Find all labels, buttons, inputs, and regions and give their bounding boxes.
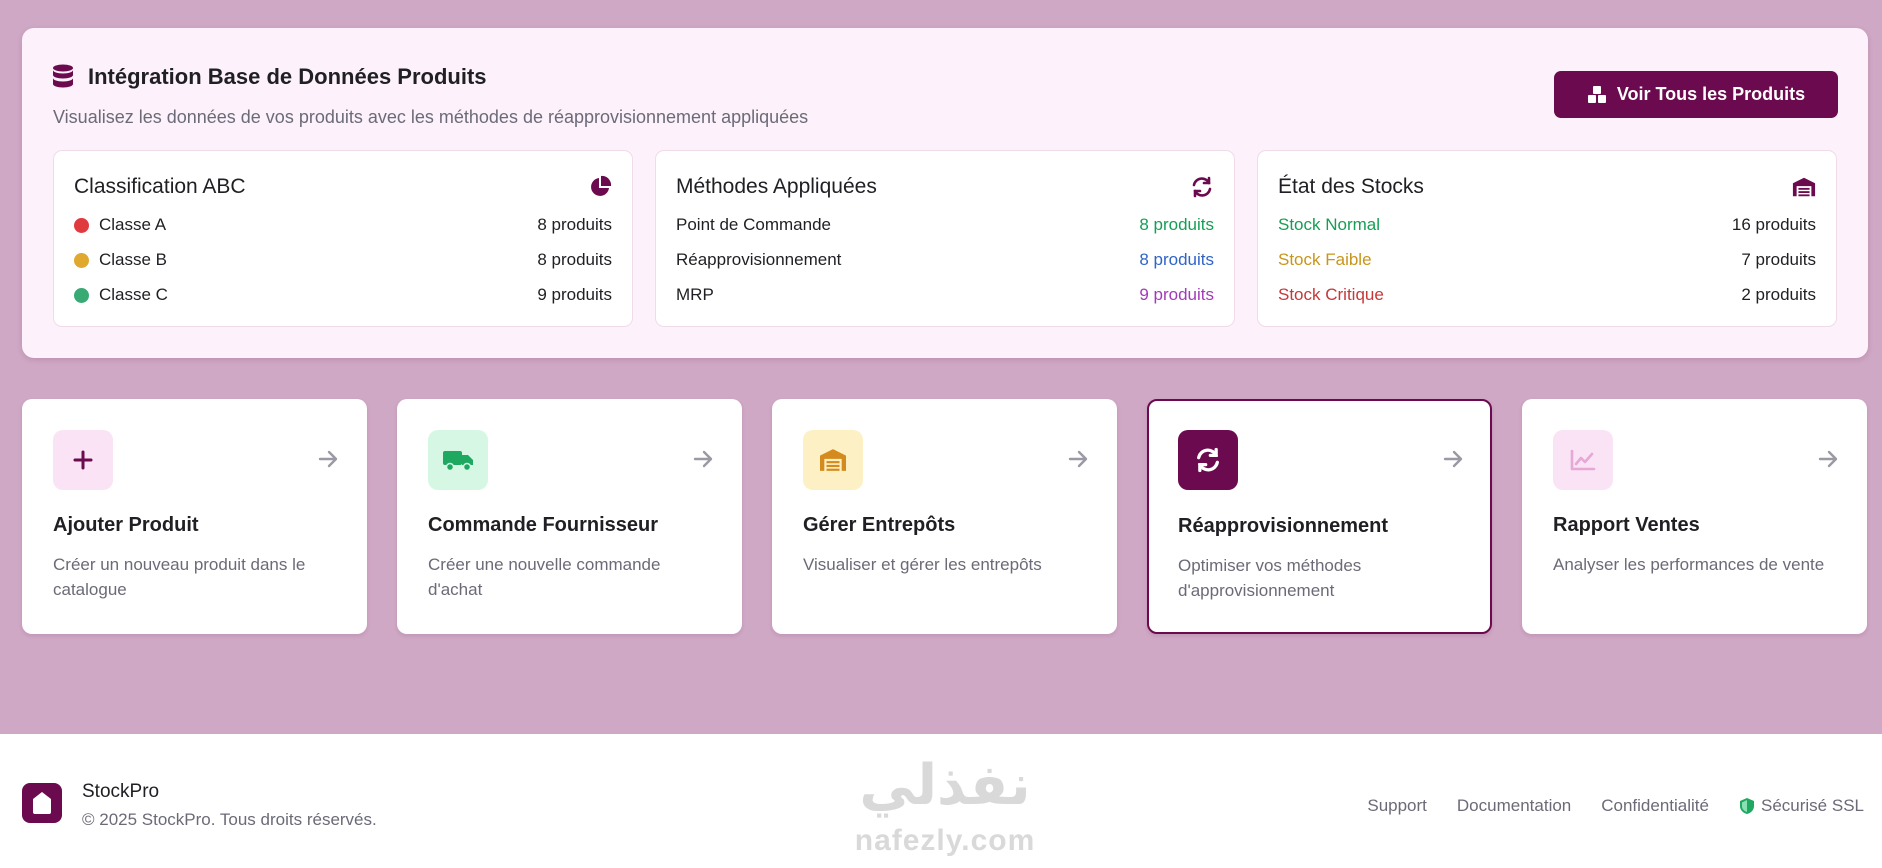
action-title: Gérer Entrepôts [803, 514, 956, 536]
sync-icon [1197, 447, 1219, 473]
arrow-right-icon [1818, 450, 1838, 468]
stock-row-critique: Stock Critique 2 produits [1278, 283, 1816, 307]
action-desc: Analyser les performances de vente [1553, 555, 1825, 574]
sync-icon-box [1178, 430, 1238, 490]
plus-icon-box [53, 430, 113, 490]
view-all-products-button[interactable]: Voir Tous les Produits [1554, 71, 1838, 118]
shield-icon [1740, 798, 1754, 814]
abc-row-a: Classe A 8 produits [74, 213, 612, 237]
abc-row-b: Classe B 8 produits [74, 248, 612, 272]
action-desc: Créer une nouvelle commande d'achat [428, 555, 661, 599]
method-label-2: MRP [676, 285, 714, 304]
view-all-products-label: Voir Tous les Produits [1616, 84, 1806, 104]
action-title: Rapport Ventes [1553, 514, 1700, 536]
stock-row-normal: Stock Normal 16 produits [1278, 213, 1816, 237]
watermark: نفذلي nafezly.com [830, 756, 1060, 858]
action-title: Ajouter Produit [53, 514, 199, 536]
truck-icon-box [428, 430, 488, 490]
action-title: Commande Fournisseur [428, 514, 659, 536]
stock-row-faible: Stock Faible 7 produits [1278, 248, 1816, 272]
method-value-1: 8 produits [1139, 250, 1214, 269]
stock-value-normal: 16 produits [1731, 215, 1816, 234]
footer-link-support[interactable]: Support [1367, 796, 1427, 816]
class-a-value: 8 produits [537, 215, 612, 234]
warehouse-icon-box [803, 430, 863, 490]
boxes-icon [1587, 85, 1606, 103]
stock-label-critique: Stock Critique [1278, 285, 1384, 304]
class-b-label: Classe B [99, 250, 168, 269]
truck-icon [443, 451, 473, 472]
stock-label-faible: Stock Faible [1278, 250, 1372, 269]
methods-title: Méthodes Appliquées [676, 175, 877, 198]
stockpro-logo[interactable] [22, 783, 62, 823]
ssl-badge: Sécurisé SSL [1739, 796, 1864, 816]
footer: StockPro © 2025 StockPro. Tous droits ré… [0, 734, 1882, 868]
chart-icon-box [1553, 430, 1613, 490]
stock-label-normal: Stock Normal [1278, 215, 1381, 234]
action-card-warehouses[interactable]: Gérer Entrepôts Visualiser et gérer les … [772, 399, 1117, 634]
abc-row-c: Classe C 9 produits [74, 283, 612, 307]
method-row-mrp: MRP 9 produits [676, 283, 1214, 307]
action-title: Réapprovisionnement [1178, 515, 1389, 537]
abc-title: Classification ABC [74, 175, 246, 198]
abc-classification-card: Classification ABC Classe A 8 produits C… [53, 150, 633, 327]
house-logo-icon [33, 792, 51, 814]
action-card-replenishment[interactable]: Réapprovisionnement Optimiser vos méthod… [1147, 399, 1492, 634]
action-desc: Créer un nouveau produit dans le catalog… [53, 555, 306, 599]
class-b-value: 8 produits [537, 250, 612, 269]
integration-panel: Intégration Base de Données Produits Vis… [22, 28, 1868, 358]
class-a-dot [74, 217, 89, 233]
class-c-label: Classe C [99, 285, 168, 304]
method-row-reappro: Réapprovisionnement 8 produits [676, 248, 1214, 272]
method-row-point-commande: Point de Commande 8 produits [676, 213, 1214, 237]
arrow-right-icon [1443, 450, 1463, 468]
class-a-label: Classe A [99, 215, 167, 234]
method-value-2: 9 produits [1139, 285, 1214, 304]
stock-value-critique: 2 produits [1741, 285, 1816, 304]
action-card-sales-report[interactable]: Rapport Ventes Analyser les performances… [1522, 399, 1867, 634]
footer-brand: StockPro [82, 781, 160, 802]
footer-links: Support Documentation Confidentialité Sé… [1367, 796, 1864, 816]
methods-card: Méthodes Appliquées Point de Commande 8 … [655, 150, 1235, 327]
action-card-add-product[interactable]: Ajouter Produit Créer un nouveau produit… [22, 399, 367, 634]
arrow-right-icon [318, 450, 338, 468]
database-icon [53, 64, 73, 88]
watermark-arabic: نفذلي [859, 753, 1031, 818]
action-card-supplier-order[interactable]: Commande Fournisseur Créer une nouvelle … [397, 399, 742, 634]
class-c-dot [74, 287, 89, 303]
class-c-value: 9 produits [537, 285, 612, 304]
method-label-0: Point de Commande [676, 215, 831, 234]
warehouse-icon [1792, 177, 1816, 197]
method-value-0: 8 produits [1139, 215, 1214, 234]
plus-icon [73, 450, 93, 470]
action-desc: Visualiser et gérer les entrepôts [803, 555, 1042, 574]
footer-link-documentation[interactable]: Documentation [1457, 796, 1571, 816]
method-label-1: Réapprovisionnement [676, 250, 842, 269]
integration-subtitle: Visualisez les données de vos produits a… [53, 107, 809, 127]
pie-chart-icon [591, 175, 612, 196]
watermark-latin: nafezly.com [854, 824, 1036, 857]
sync-icon [1192, 176, 1212, 198]
footer-copyright: © 2025 StockPro. Tous droits réservés. [82, 810, 377, 829]
warehouse-icon [820, 449, 846, 471]
arrow-right-icon [693, 450, 713, 468]
stocks-title: État des Stocks [1278, 175, 1424, 198]
footer-link-privacy[interactable]: Confidentialité [1601, 796, 1709, 816]
stock-value-faible: 7 produits [1741, 250, 1816, 269]
ssl-label: Sécurisé SSL [1761, 796, 1864, 815]
class-b-dot [74, 252, 89, 268]
stock-status-card: État des Stocks Stock Normal 16 produits… [1257, 150, 1837, 327]
chart-line-icon [1570, 449, 1596, 471]
action-desc: Optimiser vos méthodes d'approvisionneme… [1178, 556, 1362, 600]
integration-title: Intégration Base de Données Produits [88, 64, 487, 89]
arrow-right-icon [1068, 450, 1088, 468]
